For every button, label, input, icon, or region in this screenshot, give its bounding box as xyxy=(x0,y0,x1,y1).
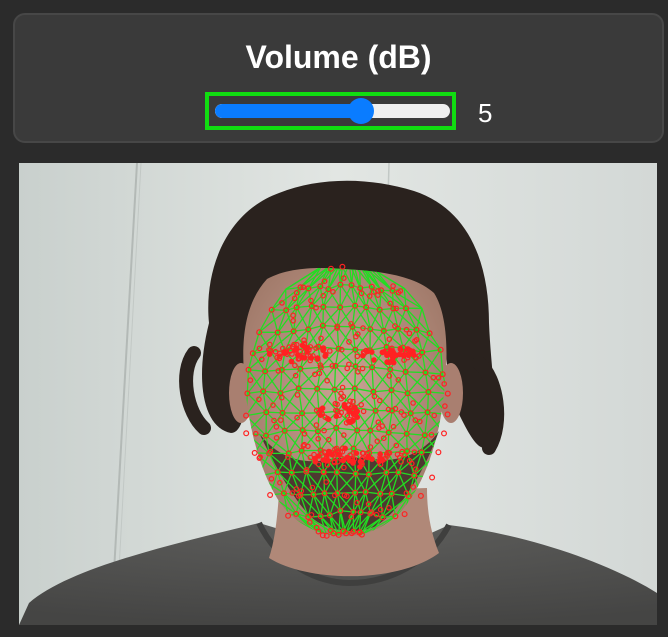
slider-highlight-box xyxy=(205,92,456,130)
landmark-point xyxy=(354,408,361,415)
landmark-point xyxy=(354,414,361,421)
landmark-point xyxy=(357,464,363,470)
app-window: Volume (dB) 5 xyxy=(0,0,668,637)
landmark-point xyxy=(320,346,327,352)
mesh-edge xyxy=(355,491,366,494)
volume-control-panel: Volume (dB) 5 xyxy=(13,13,664,143)
landmark-point xyxy=(312,455,318,462)
landmark-point xyxy=(304,349,311,355)
volume-slider[interactable] xyxy=(215,98,450,124)
landmark-point xyxy=(325,416,332,423)
mesh-edge xyxy=(390,390,393,411)
slider-fill xyxy=(215,104,361,118)
landmark-point xyxy=(368,349,375,355)
landmark-point xyxy=(359,352,366,359)
landmark-point xyxy=(314,355,321,361)
landmark-point xyxy=(266,350,273,357)
volume-value: 5 xyxy=(478,98,493,128)
landmark-point xyxy=(406,347,413,354)
landmark-point xyxy=(397,345,404,352)
landmark-point xyxy=(346,408,352,415)
landmark-point xyxy=(317,412,324,419)
landmark-point xyxy=(364,454,371,461)
landmark-point xyxy=(308,355,315,361)
mesh-edge xyxy=(333,365,337,390)
landmark-point xyxy=(288,358,295,365)
camera-feed xyxy=(19,163,657,625)
landmark-point xyxy=(371,357,377,363)
landmark-point xyxy=(320,457,327,463)
landmark-point xyxy=(329,451,335,458)
volume-title: Volume (dB) xyxy=(245,39,432,75)
slider-track[interactable] xyxy=(215,104,450,118)
mesh-edge xyxy=(354,366,357,389)
landmark-point xyxy=(292,347,299,353)
slider-thumb[interactable] xyxy=(348,98,374,124)
landmark-point xyxy=(390,359,396,365)
landmark-point xyxy=(384,359,390,365)
landmark-point xyxy=(322,353,329,359)
camera-frame xyxy=(19,163,657,625)
mesh-edge xyxy=(426,391,430,413)
landmark-point xyxy=(353,450,360,457)
